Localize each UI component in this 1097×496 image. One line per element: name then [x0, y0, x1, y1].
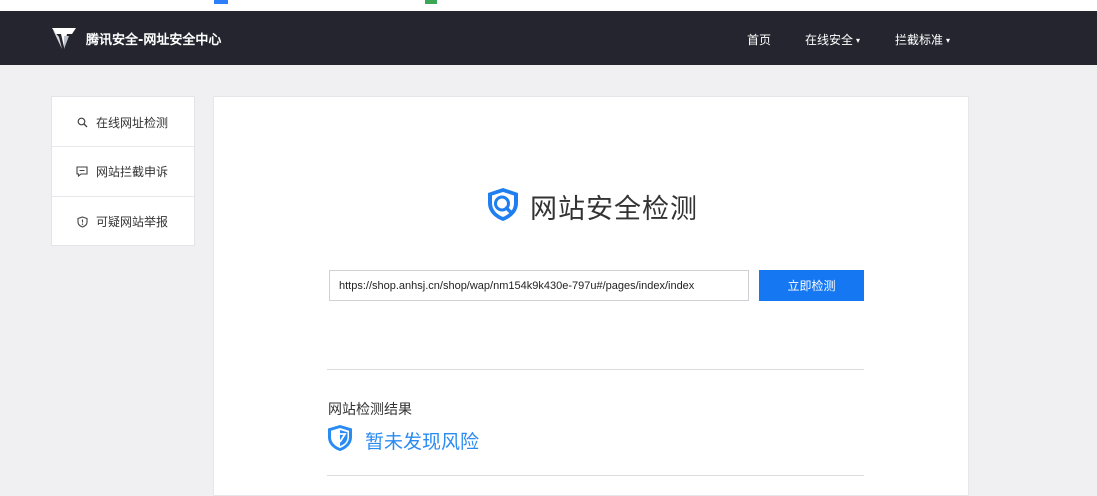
url-input[interactable] — [329, 270, 749, 301]
result-text: 暂未发现风险 — [365, 430, 480, 453]
tab-accent — [425, 0, 437, 4]
divider — [327, 475, 864, 476]
main-panel: 网站安全检测 立即检测 网站检测结果 暂未发现风险 — [213, 96, 969, 496]
top-navbar: 腾讯安全-网址安全中心 首页 在线安全 ▾ 拦截标准 ▾ — [0, 11, 1097, 65]
browser-top-strip — [0, 0, 1097, 11]
tab-accent — [214, 0, 228, 4]
result-status: 暂未发现风险 — [327, 424, 479, 456]
shield-icon — [76, 215, 88, 228]
sidebar-item-url-check[interactable]: 在线网址检测 — [52, 97, 194, 147]
chevron-down-icon: ▾ — [946, 36, 951, 45]
nav-label: 拦截标准 — [895, 33, 944, 47]
safe-shield-icon — [327, 424, 353, 456]
chevron-down-icon: ▾ — [856, 36, 861, 45]
nav-home[interactable]: 首页 — [747, 31, 771, 48]
check-button[interactable]: 立即检测 — [759, 270, 864, 301]
security-scan-shield-icon — [484, 185, 522, 227]
page-title: 网站安全检测 — [530, 193, 698, 225]
search-icon — [76, 116, 88, 128]
nav-label: 在线安全 — [805, 33, 854, 47]
nav-online-security[interactable]: 在线安全 ▾ — [805, 31, 860, 48]
divider — [327, 369, 864, 370]
sidebar: 在线网址检测 网站拦截申诉 可疑网站举报 — [51, 96, 195, 246]
message-icon — [76, 166, 88, 178]
sidebar-item-report[interactable]: 可疑网站举报 — [52, 196, 194, 246]
result-label: 网站检测结果 — [328, 402, 412, 418]
brand-title: 腾讯安全-网址安全中心 — [86, 32, 222, 48]
sidebar-item-label: 网站拦截申诉 — [96, 165, 169, 179]
brand[interactable]: 腾讯安全-网址安全中心 — [50, 25, 221, 51]
tencent-security-logo-icon — [50, 25, 78, 51]
page-heading: 网站安全检测 — [484, 185, 698, 227]
sidebar-item-label: 可疑网站举报 — [96, 215, 169, 229]
sidebar-item-appeal[interactable]: 网站拦截申诉 — [52, 146, 194, 196]
nav-block-standards[interactable]: 拦截标准 ▾ — [895, 31, 950, 48]
nav-label: 首页 — [747, 33, 772, 47]
sidebar-item-label: 在线网址检测 — [96, 115, 169, 130]
